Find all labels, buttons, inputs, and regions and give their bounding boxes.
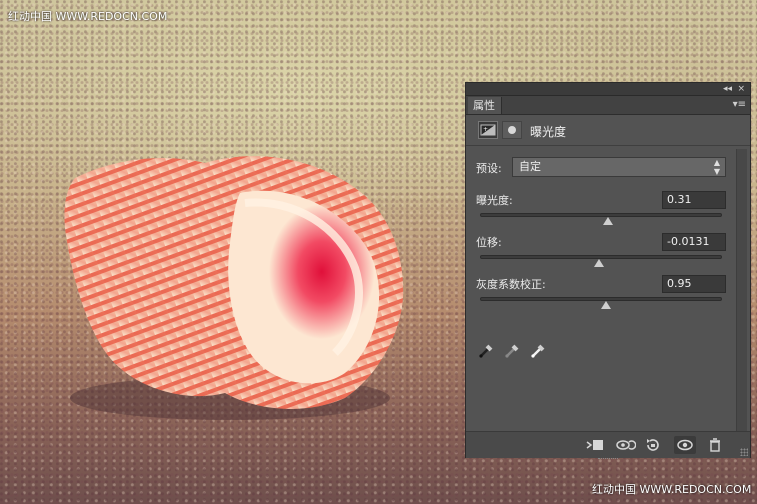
dock-grip[interactable] xyxy=(598,458,618,461)
properties-panel: ◂◂ × 属性 ▾≡ + 曝光度 预设: 自定 ▲ ▼ 曝光度: 0.31 位移:… xyxy=(465,82,751,461)
exposure-adjustment-icon[interactable]: + xyxy=(478,121,498,139)
panel-menu-icon[interactable]: ▾≡ xyxy=(733,99,746,111)
exposure-slider-track[interactable] xyxy=(480,213,722,217)
offset-label: 位移: xyxy=(476,236,502,249)
preset-label: 预设: xyxy=(476,162,502,175)
select-arrows-icon: ▲ ▼ xyxy=(713,158,720,176)
panel-scrollbar[interactable] xyxy=(736,149,747,431)
resize-grip-icon[interactable] xyxy=(740,448,748,456)
exposure-value-field[interactable]: 0.31 xyxy=(662,191,726,209)
seashell-image xyxy=(64,156,404,420)
watermark-top: 红动中国 WWW.REDOCN.COM xyxy=(8,10,168,23)
offset-slider-thumb[interactable] xyxy=(593,259,604,267)
preset-select[interactable]: 自定 ▲ ▼ xyxy=(512,157,726,177)
gamma-label: 灰度系数校正: xyxy=(476,278,546,291)
preset-value: 自定 xyxy=(519,160,541,173)
gray-point-eyedropper-icon[interactable] xyxy=(504,341,522,359)
exposure-slider-thumb[interactable] xyxy=(603,217,614,225)
white-point-eyedropper-icon[interactable] xyxy=(530,341,548,359)
offset-value-field[interactable]: -0.0131 xyxy=(662,233,726,251)
watermark-bottom: 红动中国 WWW.REDOCN.COM xyxy=(592,483,752,496)
collapse-icon[interactable]: ◂◂ xyxy=(723,83,732,95)
svg-text:+: + xyxy=(483,126,488,133)
clip-to-layer-icon[interactable] xyxy=(584,436,606,454)
panel-content: 预设: 自定 ▲ ▼ 曝光度: 0.31 位移: -0.0131 灰度系数校正: … xyxy=(466,146,736,431)
black-point-eyedropper-icon[interactable] xyxy=(478,341,496,359)
panel-tab-bar: 属性 ▾≡ xyxy=(466,96,750,115)
reset-icon[interactable] xyxy=(642,436,664,454)
gamma-slider-thumb[interactable] xyxy=(600,301,611,309)
panel-bottom-toolbar xyxy=(466,431,750,458)
gamma-value-field[interactable]: 0.95 xyxy=(662,275,726,293)
trash-icon[interactable] xyxy=(704,436,726,454)
panel-title-bar[interactable]: ◂◂ × xyxy=(466,83,750,96)
tab-properties[interactable]: 属性 xyxy=(468,97,502,114)
visibility-eye-icon[interactable] xyxy=(674,436,696,454)
view-previous-state-icon[interactable] xyxy=(614,436,637,454)
close-icon[interactable]: × xyxy=(737,83,745,95)
exposure-label: 曝光度: xyxy=(476,194,513,207)
adjustment-header: + 曝光度 xyxy=(466,115,750,146)
panel-title: 曝光度 xyxy=(530,125,567,139)
layer-mask-icon[interactable] xyxy=(502,121,522,139)
